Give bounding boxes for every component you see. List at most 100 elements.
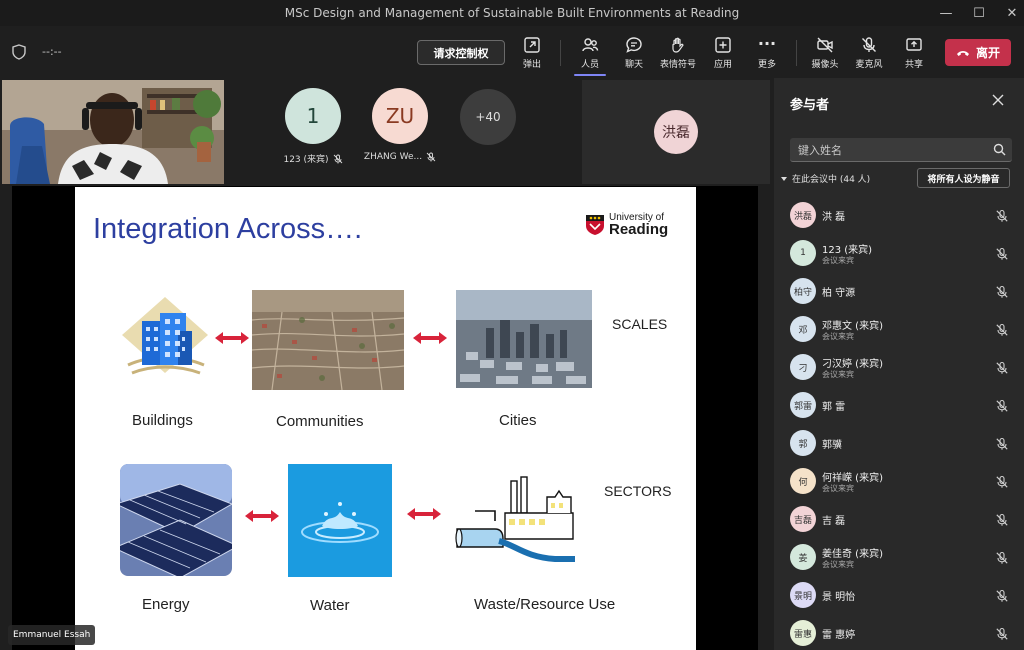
- participant-video-tile[interactable]: [2, 80, 224, 184]
- more-participants-button[interactable]: +40: [460, 89, 516, 145]
- mic-off-icon[interactable]: [995, 246, 1009, 260]
- avatar: 何: [790, 468, 816, 494]
- toolbar-divider: [796, 40, 797, 66]
- participant-row[interactable]: 何何祥嵘 (来宾) 会议来宾: [774, 462, 1024, 500]
- participant-role: 会议来宾: [822, 256, 854, 265]
- hang-up-icon: [956, 50, 969, 56]
- mic-off-icon[interactable]: [995, 474, 1009, 488]
- energy-image: [120, 464, 232, 576]
- avatar: 郭雷: [790, 392, 816, 418]
- maximize-button[interactable]: ☐: [961, 0, 997, 26]
- logo-line-2: Reading: [609, 220, 669, 238]
- meeting-section-header[interactable]: 在此会议中 (44 人): [780, 172, 870, 185]
- mic-off-icon[interactable]: [995, 512, 1009, 526]
- close-window-button[interactable]: ✕: [994, 0, 1024, 26]
- avatar: 雷惠: [790, 620, 816, 646]
- mic-off-icon[interactable]: [995, 588, 1009, 602]
- people-button[interactable]: 人员: [570, 36, 610, 76]
- cities-caption: Cities: [499, 412, 537, 429]
- request-control-button[interactable]: 请求控制权: [417, 40, 505, 65]
- double-arrow-icon: [407, 508, 441, 520]
- participant-row[interactable]: 柏守柏 守源: [774, 272, 1024, 310]
- mute-all-button[interactable]: 将所有人设为静音: [917, 168, 1010, 188]
- mic-off-icon[interactable]: [995, 626, 1009, 640]
- participant-name: 洪 磊: [822, 212, 846, 223]
- people-icon: [582, 38, 599, 52]
- participant-name: 刁汉婷 (来宾): [822, 359, 883, 370]
- energy-caption: Energy: [142, 596, 190, 613]
- mic-off-icon: [862, 37, 876, 52]
- mic-off-icon[interactable]: [995, 398, 1009, 412]
- share-button[interactable]: 共享: [894, 36, 934, 74]
- participant-row[interactable]: 郭雷郭 雷: [774, 386, 1024, 424]
- participant-row[interactable]: 姜姜佳奇 (来宾) 会议来宾: [774, 538, 1024, 576]
- mic-off-icon[interactable]: [995, 550, 1009, 564]
- participant-row[interactable]: 吉磊吉 磊: [774, 500, 1024, 538]
- crest-icon: [586, 214, 604, 235]
- search-icon[interactable]: [993, 143, 1006, 156]
- window-title: MSc Design and Management of Sustainable…: [284, 6, 740, 20]
- popout-icon: [524, 37, 540, 53]
- participant-name: 吉 磊: [822, 516, 846, 527]
- cities-image: [456, 290, 592, 388]
- participant-tile[interactable]: 1 123 (来宾): [273, 88, 353, 165]
- avatar: 1: [790, 240, 816, 266]
- buildings-caption: Buildings: [132, 412, 193, 429]
- participant-name: 姜佳奇 (来宾): [822, 549, 883, 560]
- apps-button[interactable]: 应用: [703, 36, 743, 74]
- participant-name: 何祥嵘 (来宾): [822, 473, 883, 484]
- more-button[interactable]: ··· 更多: [747, 36, 787, 74]
- participant-row[interactable]: 1 123 (来宾) 会议来宾: [774, 234, 1024, 272]
- camera-button[interactable]: 摄像头: [805, 36, 845, 74]
- chat-button[interactable]: 聊天: [614, 36, 654, 74]
- leave-button[interactable]: 离开: [945, 39, 1011, 66]
- participant-row[interactable]: 洪磊洪 磊: [774, 196, 1024, 234]
- add-app-icon: [715, 37, 731, 53]
- participant-row[interactable]: 刁刁汉婷 (来宾) 会议来宾: [774, 348, 1024, 386]
- popout-button[interactable]: 弹出: [512, 36, 552, 74]
- mic-label: 麦克风: [855, 60, 883, 70]
- participant-name-text: 123 (来宾): [283, 155, 329, 165]
- participant-row[interactable]: 景明景 明怡: [774, 576, 1024, 614]
- avatar: 洪磊: [654, 110, 698, 154]
- minimize-button[interactable]: —: [928, 0, 964, 26]
- double-arrow-icon: [413, 332, 447, 344]
- double-arrow-icon: [215, 332, 249, 344]
- water-image: [288, 464, 392, 577]
- search-input[interactable]: 键入姓名: [790, 138, 1012, 162]
- avatar: 柏守: [790, 278, 816, 304]
- popout-label: 弹出: [522, 60, 541, 70]
- mic-off-icon[interactable]: [995, 322, 1009, 336]
- mic-off-icon[interactable]: [995, 360, 1009, 374]
- reactions-button[interactable]: 表情符号: [658, 36, 698, 74]
- camera-off-icon: [817, 37, 833, 53]
- chat-icon: [626, 37, 642, 53]
- participant-name-text: ZHANG We...: [363, 152, 423, 162]
- communities-caption: Communities: [276, 413, 364, 430]
- mic-button[interactable]: 麦克风: [849, 36, 889, 74]
- participant-tile[interactable]: ZU ZHANG We...: [360, 88, 440, 162]
- participant-name: 柏 守源: [822, 288, 856, 299]
- mic-off-icon[interactable]: [995, 208, 1009, 222]
- meeting-timer: --:--: [42, 45, 62, 58]
- share-label: 共享: [904, 60, 923, 70]
- participant-name: 123 (来宾): [822, 245, 873, 256]
- avatar: 邓: [790, 316, 816, 342]
- participant-row[interactable]: 邓邓惠文 (来宾) 会议来宾: [774, 310, 1024, 348]
- speaker-tile[interactable]: 洪磊: [582, 80, 770, 184]
- participant-name: 雷 惠婷: [822, 630, 856, 641]
- search-placeholder: 键入姓名: [798, 143, 842, 157]
- mic-off-icon[interactable]: [995, 284, 1009, 298]
- participant-row[interactable]: 郭郭骥: [774, 424, 1024, 462]
- avatar: 吉磊: [790, 506, 816, 532]
- participants-panel: 参与者 键入姓名 在此会议中 (44 人) 将所有人设为静音 洪磊洪 磊 1 123…: [774, 78, 1024, 650]
- slide-title: Integration Across….: [93, 213, 363, 245]
- shield-icon[interactable]: [12, 44, 26, 60]
- water-caption: Water: [310, 597, 350, 614]
- mic-off-icon: [426, 152, 436, 162]
- close-icon[interactable]: [990, 92, 1006, 108]
- presenter-name-tag: Emmanuel Essah: [8, 625, 96, 645]
- participant-role: 会议来宾: [822, 484, 854, 493]
- participant-row[interactable]: 雷惠雷 惠婷: [774, 614, 1024, 650]
- mic-off-icon[interactable]: [995, 436, 1009, 450]
